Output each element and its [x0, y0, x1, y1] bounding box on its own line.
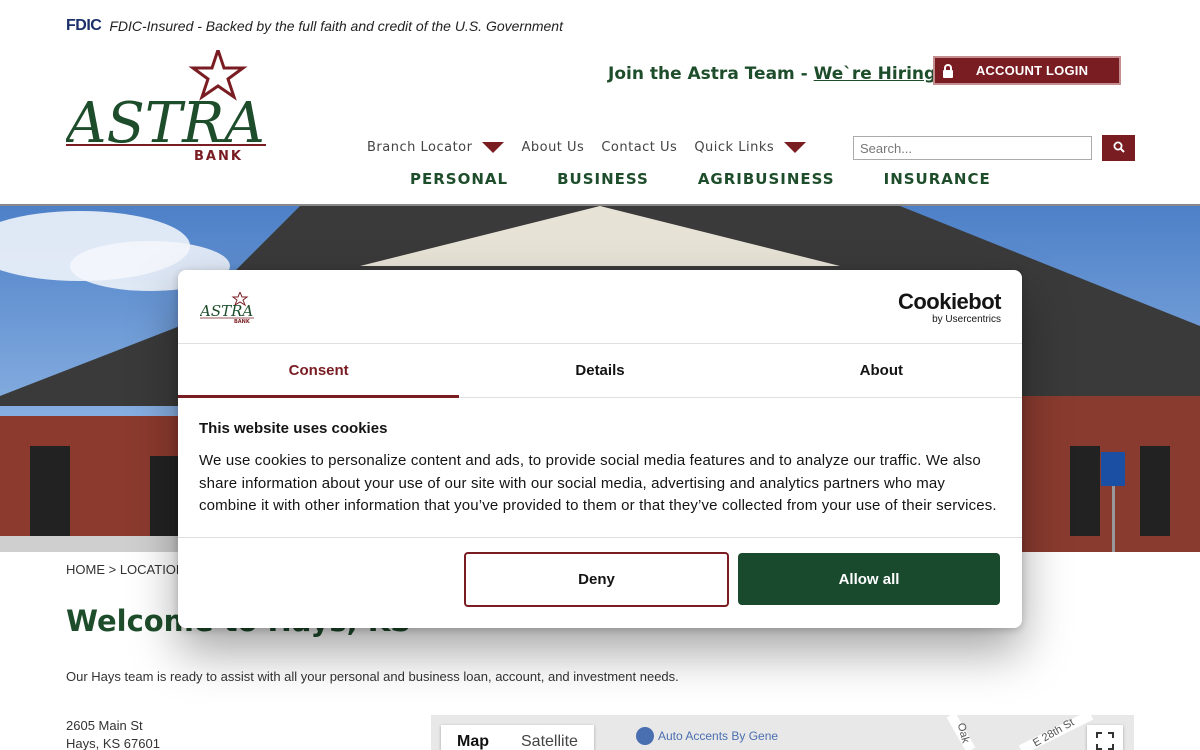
nav-quick-links[interactable]: Quick Links — [694, 140, 807, 155]
chevron-down-icon — [482, 142, 505, 153]
address-line-1: 2605 Main St — [66, 718, 143, 733]
cookie-consent-dialog: ASTRA BANK Cookiebot by Usercentrics Con… — [178, 270, 1022, 628]
cookie-heading: This website uses cookies — [199, 420, 388, 437]
astra-bank-logo[interactable]: ASTRA BANK — [61, 45, 266, 164]
tab-about[interactable]: About — [741, 344, 1022, 397]
nav-insurance[interactable]: INSURANCE — [884, 170, 991, 188]
nav-branch-locator[interactable]: Branch Locator — [367, 140, 505, 155]
hiring-banner: Join the Astra Team - We`re Hiring! — [608, 64, 944, 84]
search-input[interactable] — [853, 136, 1092, 160]
logo-bank-text: BANK — [194, 149, 243, 162]
map-fullscreen-button[interactable] — [1087, 725, 1123, 750]
map-view-button[interactable]: Map — [441, 725, 505, 750]
branch-map[interactable]: Map Satellite Auto Accents By Gene Oak E… — [431, 715, 1134, 750]
main-nav: PERSONAL BUSINESS AGRIBUSINESS INSURANCE — [410, 170, 1040, 188]
fdic-bar: FDIC FDIC-Insured - Backed by the full f… — [66, 16, 563, 36]
hiring-link[interactable]: We`re Hiring! — [814, 64, 944, 84]
branch-address: 2605 Main St Hays, KS 67601 — [66, 717, 160, 750]
astra-logo-graphic: ASTRA BANK — [61, 45, 266, 164]
cookiebot-brand: Cookiebot — [897, 289, 1002, 314]
cookie-description: We use cookies to personalize content an… — [199, 452, 997, 514]
nav-about-us[interactable]: About Us — [521, 140, 584, 155]
search-icon — [1113, 141, 1125, 156]
fdic-tagline: FDIC-Insured - Backed by the full faith … — [109, 18, 563, 34]
small-logo-wordmark: ASTRA — [200, 302, 253, 320]
chevron-down-icon — [784, 142, 807, 153]
tab-consent[interactable]: Consent — [178, 344, 460, 398]
nav-contact-us-label: Contact Us — [601, 140, 678, 155]
nav-branch-locator-label: Branch Locator — [367, 140, 473, 155]
cookiebot-by: by Usercentrics — [932, 314, 1001, 325]
nav-agribusiness[interactable]: AGRIBUSINESS — [698, 170, 835, 188]
address-line-2: Hays, KS 67601 — [66, 736, 160, 750]
hiring-prefix: Join the Astra Team - — [608, 64, 814, 84]
cookie-actions: Deny Allow all — [464, 552, 1000, 607]
account-login-label: ACCOUNT LOGIN — [975, 63, 1089, 78]
cookie-dialog-header: ASTRA BANK Cookiebot by Usercentrics — [178, 270, 1022, 344]
cookie-tabs: Consent Details About — [178, 344, 1022, 398]
satellite-view-button[interactable]: Satellite — [505, 725, 594, 750]
map-place-label[interactable]: Auto Accents By Gene — [636, 727, 778, 745]
cookie-dialog-body: This website uses cookies We use cookies… — [178, 398, 1022, 538]
breadcrumb[interactable]: HOME > LOCATION — [66, 562, 185, 577]
cookiebot-logo[interactable]: Cookiebot by Usercentrics — [897, 289, 1002, 326]
deny-button[interactable]: Deny — [464, 552, 729, 607]
search-button[interactable] — [1102, 135, 1135, 161]
fdic-logo: FDIC — [66, 17, 102, 34]
account-login-button[interactable]: ACCOUNT LOGIN — [933, 56, 1121, 85]
nav-business[interactable]: BUSINESS — [557, 170, 649, 188]
lock-icon — [935, 58, 961, 83]
astra-bank-logo-small: ASTRA BANK — [198, 290, 254, 325]
nav-about-us-label: About Us — [521, 140, 585, 155]
utility-nav: Branch Locator About Us Contact Us Quick… — [367, 140, 823, 155]
allow-all-button[interactable]: Allow all — [738, 553, 1000, 605]
logo-wordmark: ASTRA — [66, 91, 265, 156]
map-pin-icon — [636, 727, 654, 745]
map-place-name: Auto Accents By Gene — [658, 729, 779, 743]
map-type-toggle: Map Satellite — [441, 725, 594, 750]
fullscreen-icon — [1096, 732, 1114, 750]
intro-text: Our Hays team is ready to assist with al… — [66, 669, 679, 684]
nav-contact-us[interactable]: Contact Us — [601, 140, 677, 155]
small-logo-bank-text: BANK — [234, 319, 251, 324]
nav-personal[interactable]: PERSONAL — [410, 170, 508, 188]
tab-details[interactable]: Details — [459, 344, 740, 397]
nav-quick-links-label: Quick Links — [694, 140, 775, 155]
